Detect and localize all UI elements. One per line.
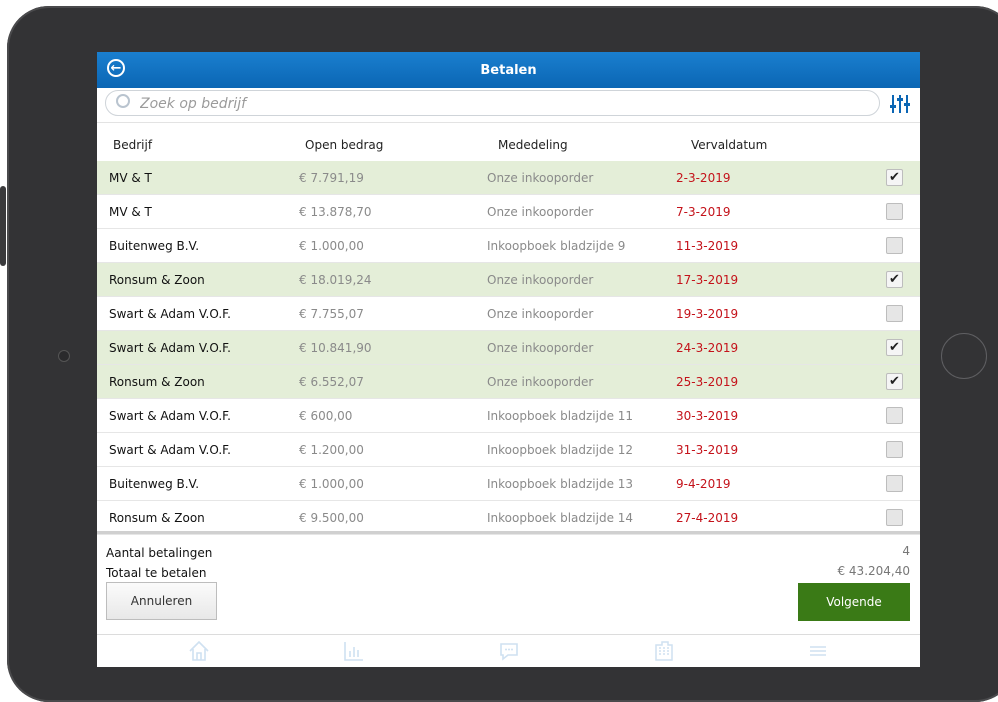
row-message: Inkoopboek bladzijde 9: [487, 239, 626, 253]
row-checkbox[interactable]: ✔: [886, 271, 903, 288]
search-icon: [116, 94, 130, 108]
row-checkbox[interactable]: [886, 509, 903, 526]
row-checkbox[interactable]: [886, 237, 903, 254]
row-company: Buitenweg B.V.: [109, 239, 200, 253]
cancel-button[interactable]: Annuleren: [106, 582, 217, 620]
row-company: Swart & Adam V.O.F.: [109, 443, 231, 457]
column-company[interactable]: Bedrijf: [113, 138, 152, 152]
table-row[interactable]: Swart & Adam V.O.F. € 600,00 Inkoopboek bl…: [97, 399, 920, 433]
payment-count-value: 4: [902, 544, 910, 558]
menu-icon[interactable]: [806, 639, 830, 663]
row-checkbox[interactable]: ✔: [886, 339, 903, 356]
camera-icon: [58, 350, 70, 362]
back-arrow-icon[interactable]: ←: [107, 59, 125, 77]
row-company: Swart & Adam V.O.F.: [109, 409, 231, 423]
row-amount: € 7.755,07: [299, 307, 364, 321]
row-message: Onze inkooporder: [487, 375, 594, 389]
chart-icon[interactable]: [342, 639, 366, 663]
row-due-date: 30-3-2019: [676, 409, 739, 423]
payment-total-label: Totaal te betalen: [106, 566, 207, 580]
row-due-date: 25-3-2019: [676, 375, 739, 389]
table-row[interactable]: MV & T € 7.791,19 Onze inkooporder 2-3-2019…: [97, 161, 920, 195]
row-due-date: 17-3-2019: [676, 273, 739, 287]
row-checkbox[interactable]: ✔: [886, 169, 903, 186]
row-checkbox[interactable]: [886, 305, 903, 322]
row-message: Onze inkooporder: [487, 307, 594, 321]
row-message: Onze inkooporder: [487, 205, 594, 219]
row-checkbox[interactable]: [886, 475, 903, 492]
row-amount: € 10.841,90: [299, 341, 372, 355]
row-amount: € 1.200,00: [299, 443, 364, 457]
row-amount: € 600,00: [299, 409, 353, 423]
row-due-date: 7-3-2019: [676, 205, 731, 219]
chat-icon[interactable]: [497, 639, 521, 663]
row-company: Ronsum & Zoon: [109, 273, 205, 287]
row-company: Ronsum & Zoon: [109, 375, 205, 389]
row-company: Buitenweg B.V.: [109, 477, 200, 491]
search-field[interactable]: [105, 90, 880, 116]
row-amount: € 6.552,07: [299, 375, 364, 389]
row-amount: € 9.500,00: [299, 511, 364, 525]
row-message: Inkoopboek bladzijde 11: [487, 409, 634, 423]
table-row[interactable]: Buitenweg B.V. € 1.000,00 Inkoopboek bladz…: [97, 229, 920, 263]
row-due-date: 9-4-2019: [676, 477, 731, 491]
column-due-date[interactable]: Vervaldatum: [691, 138, 767, 152]
row-due-date: 24-3-2019: [676, 341, 739, 355]
row-due-date: 19-3-2019: [676, 307, 739, 321]
table-row[interactable]: Swart & Adam V.O.F. € 7.755,07 Onze inkoop…: [97, 297, 920, 331]
row-checkbox[interactable]: [886, 441, 903, 458]
table-row[interactable]: Buitenweg B.V. € 1.000,00 Inkoopboek bladz…: [97, 467, 920, 501]
table-row[interactable]: Ronsum & Zoon € 9.500,00 Inkoopboek bladzi…: [97, 501, 920, 535]
row-message: Onze inkooporder: [487, 341, 594, 355]
table-header: Bedrijf Open bedrag Mededeling Vervaldat…: [97, 128, 920, 161]
row-company: MV & T: [109, 205, 152, 219]
list-divider: [97, 531, 920, 534]
table-row[interactable]: Ronsum & Zoon € 18.019,24 Onze inkooporder…: [97, 263, 920, 297]
bottom-tab-bar: [97, 634, 920, 667]
table-row[interactable]: Ronsum & Zoon € 6.552,07 Onze inkooporder 2…: [97, 365, 920, 399]
payment-count-label: Aantal betalingen: [106, 546, 213, 560]
home-icon[interactable]: [187, 639, 211, 663]
column-message[interactable]: Mededeling: [498, 138, 568, 152]
row-amount: € 13.878,70: [299, 205, 372, 219]
row-company: Swart & Adam V.O.F.: [109, 307, 231, 321]
row-amount: € 18.019,24: [299, 273, 372, 287]
title-bar: ← Betalen: [97, 52, 920, 88]
search-bar: [97, 88, 920, 123]
row-checkbox[interactable]: ✔: [886, 373, 903, 390]
table-row[interactable]: Swart & Adam V.O.F. € 10.841,90 Onze inkoo…: [97, 331, 920, 365]
filter-sliders-icon[interactable]: [889, 94, 911, 114]
tablet-side-button: [0, 186, 6, 266]
row-amount: € 1.000,00: [299, 239, 364, 253]
row-checkbox[interactable]: [886, 407, 903, 424]
row-message: Inkoopboek bladzijde 12: [487, 443, 634, 457]
row-amount: € 7.791,19: [299, 171, 364, 185]
row-message: Inkoopboek bladzijde 14: [487, 511, 634, 525]
row-due-date: 27-4-2019: [676, 511, 739, 525]
home-hardware-button[interactable]: [941, 333, 987, 379]
row-company: MV & T: [109, 171, 152, 185]
row-checkbox[interactable]: [886, 203, 903, 220]
app-screen: ← Betalen Bedrijf Open bedrag Mededeling…: [97, 52, 920, 667]
building-icon[interactable]: [652, 639, 676, 663]
row-due-date: 11-3-2019: [676, 239, 739, 253]
table-row[interactable]: Swart & Adam V.O.F. € 1.200,00 Inkoopboek …: [97, 433, 920, 467]
payments-list: MV & T € 7.791,19 Onze inkooporder 2-3-2019…: [97, 161, 920, 535]
row-message: Inkoopboek bladzijde 13: [487, 477, 634, 491]
search-input[interactable]: [138, 93, 842, 115]
row-company: Ronsum & Zoon: [109, 511, 205, 525]
payment-total-value: € 43.204,40: [837, 564, 910, 578]
next-button[interactable]: Volgende: [798, 583, 910, 621]
row-message: Onze inkooporder: [487, 273, 594, 287]
page-title: Betalen: [480, 62, 537, 78]
row-company: Swart & Adam V.O.F.: [109, 341, 231, 355]
row-message: Onze inkooporder: [487, 171, 594, 185]
row-due-date: 31-3-2019: [676, 443, 739, 457]
column-amount[interactable]: Open bedrag: [305, 138, 383, 152]
row-amount: € 1.000,00: [299, 477, 364, 491]
table-row[interactable]: MV & T € 13.878,70 Onze inkooporder 7-3-201…: [97, 195, 920, 229]
row-due-date: 2-3-2019: [676, 171, 731, 185]
